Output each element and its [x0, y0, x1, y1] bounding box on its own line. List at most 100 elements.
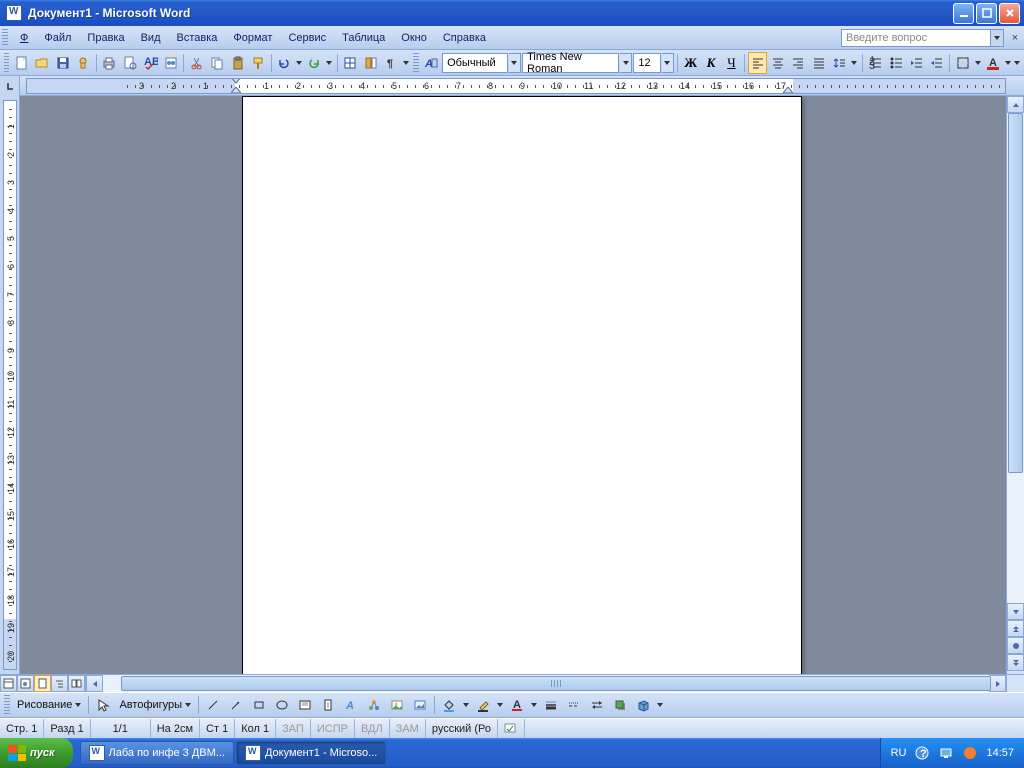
line-color-dropdown[interactable]	[495, 703, 505, 707]
arrow-tool-button[interactable]	[225, 694, 247, 716]
font-combo-dropdown[interactable]	[620, 53, 632, 73]
dash-style-button[interactable]	[563, 694, 585, 716]
underline-button[interactable]: Ч	[722, 52, 741, 74]
ruler-corner-tab-selector[interactable]	[0, 76, 20, 96]
menu-insert[interactable]: Вставка	[169, 29, 226, 47]
arrow-style-button[interactable]	[586, 694, 608, 716]
maximize-button[interactable]	[976, 3, 997, 24]
align-center-button[interactable]	[768, 52, 787, 74]
format-toolbar-overflow[interactable]	[1013, 61, 1022, 65]
prev-page-button[interactable]	[1007, 620, 1024, 637]
line-style-button[interactable]	[540, 694, 562, 716]
menu-file[interactable]: Файл	[36, 29, 79, 47]
spellcheck-button[interactable]: ABC	[140, 52, 159, 74]
redo-button[interactable]	[305, 52, 324, 74]
size-combo-dropdown[interactable]	[662, 53, 674, 73]
oval-tool-button[interactable]	[271, 694, 293, 716]
permissions-button[interactable]	[73, 52, 92, 74]
reading-view-button[interactable]	[68, 675, 85, 692]
numbering-button[interactable]: 123	[866, 52, 885, 74]
print-layout-view-button[interactable]	[34, 675, 51, 692]
hscroll-thumb[interactable]	[121, 676, 991, 691]
status-spellcheck-icon[interactable]	[498, 719, 525, 738]
borders-dropdown[interactable]	[973, 61, 982, 65]
new-doc-button[interactable]	[12, 52, 31, 74]
vertical-textbox-button[interactable]	[317, 694, 339, 716]
status-ext[interactable]: ВДЛ	[355, 719, 390, 738]
font-combo[interactable]: Times New Roman	[522, 53, 619, 73]
print-button[interactable]	[100, 52, 119, 74]
undo-dropdown[interactable]	[295, 61, 304, 65]
autoshapes-menu[interactable]: Автофигуры	[115, 699, 195, 711]
font-color-button[interactable]: A	[983, 52, 1002, 74]
doc-map-button[interactable]	[361, 52, 380, 74]
vertical-ruler[interactable]: 123456789101112131415161718192021	[3, 100, 17, 670]
3d-style-button[interactable]	[632, 694, 654, 716]
tables-borders-button[interactable]	[341, 52, 360, 74]
increase-indent-button[interactable]	[927, 52, 946, 74]
scroll-left-button[interactable]	[86, 675, 103, 692]
status-lang[interactable]: русский (Ро	[426, 719, 498, 738]
select-objects-button[interactable]	[92, 694, 114, 716]
menu-service[interactable]: Сервис	[280, 29, 334, 47]
vscroll-thumb[interactable]	[1008, 113, 1023, 473]
borders-button[interactable]	[953, 52, 972, 74]
drawbar-overflow[interactable]	[655, 703, 665, 707]
open-button[interactable]	[33, 52, 52, 74]
diagram-button[interactable]	[363, 694, 385, 716]
textbox-tool-button[interactable]	[294, 694, 316, 716]
scroll-down-button[interactable]	[1007, 603, 1024, 620]
undo-button[interactable]	[275, 52, 294, 74]
browse-object-button[interactable]	[1007, 637, 1024, 654]
wordart-button[interactable]: A	[340, 694, 362, 716]
fill-color-button[interactable]	[438, 694, 460, 716]
format-toolbar-grip[interactable]	[413, 53, 418, 73]
tray-desktop-icon[interactable]	[938, 745, 954, 761]
menu-view[interactable]: Вид	[133, 29, 169, 47]
normal-view-button[interactable]	[0, 675, 17, 692]
close-button[interactable]	[999, 3, 1020, 24]
bold-button[interactable]: Ж	[681, 52, 700, 74]
bullets-button[interactable]	[886, 52, 905, 74]
status-ovr[interactable]: ЗАМ	[390, 719, 426, 738]
menu-window[interactable]: Окно	[393, 29, 435, 47]
style-combo-dropdown[interactable]	[509, 53, 521, 73]
clipart-button[interactable]	[386, 694, 408, 716]
style-combo[interactable]: Обычный	[442, 53, 508, 73]
hscroll-track[interactable]	[103, 675, 989, 692]
doc-close-button[interactable]: ×	[1008, 29, 1022, 47]
scroll-up-button[interactable]	[1007, 96, 1024, 113]
line-color-button[interactable]	[472, 694, 494, 716]
help-search-dropdown[interactable]	[990, 29, 1004, 47]
menu-table[interactable]: Таблица	[334, 29, 393, 47]
print-preview-button[interactable]	[120, 52, 139, 74]
line-spacing-dropdown[interactable]	[850, 61, 859, 65]
italic-button[interactable]: К	[701, 52, 720, 74]
size-combo[interactable]: 12	[633, 53, 660, 73]
status-trk[interactable]: ИСПР	[311, 719, 355, 738]
align-justify-button[interactable]	[809, 52, 828, 74]
next-page-button[interactable]	[1007, 654, 1024, 671]
styles-pane-button[interactable]: A	[422, 52, 441, 74]
menu-file[interactable]: Ф	[12, 29, 36, 47]
fill-color-dropdown[interactable]	[461, 703, 471, 707]
web-view-button[interactable]	[17, 675, 34, 692]
taskbar-item-1[interactable]: Лаба по инфе 3 ДВМ...	[80, 741, 234, 765]
font-color-draw-dropdown[interactable]	[529, 703, 539, 707]
copy-button[interactable]	[207, 52, 226, 74]
scroll-right-button[interactable]	[989, 675, 1006, 692]
menu-edit[interactable]: Правка	[79, 29, 132, 47]
save-button[interactable]	[53, 52, 72, 74]
horizontal-ruler[interactable]: 3211234567891011121314151617	[26, 78, 1006, 94]
start-button[interactable]: пуск	[0, 738, 73, 768]
drawbar-grip[interactable]	[4, 695, 10, 715]
status-rec[interactable]: ЗАП	[276, 719, 311, 738]
shadow-style-button[interactable]	[609, 694, 631, 716]
insert-picture-button[interactable]	[409, 694, 431, 716]
vscroll-track[interactable]	[1007, 113, 1024, 603]
align-left-button[interactable]	[748, 52, 767, 74]
outline-view-button[interactable]	[51, 675, 68, 692]
decrease-indent-button[interactable]	[906, 52, 925, 74]
tray-app-icon[interactable]	[962, 745, 978, 761]
tray-lang[interactable]: RU	[891, 747, 907, 759]
